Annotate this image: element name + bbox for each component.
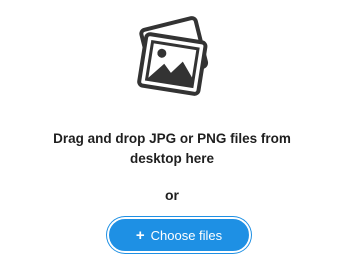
instruction-line-2: desktop here bbox=[129, 151, 215, 166]
instruction-line-1: Drag and drop JPG or PNG files from bbox=[53, 131, 291, 146]
plus-icon: + bbox=[135, 226, 145, 244]
drop-instruction: Drag and drop JPG or PNG files from desk… bbox=[0, 129, 344, 169]
images-icon bbox=[137, 16, 209, 96]
choose-files-button[interactable]: + Choose files bbox=[109, 219, 249, 251]
choose-files-label: Choose files bbox=[150, 227, 223, 243]
upload-dropzone[interactable]: Drag and drop JPG or PNG files from desk… bbox=[0, 0, 344, 269]
or-separator: or bbox=[165, 187, 179, 203]
